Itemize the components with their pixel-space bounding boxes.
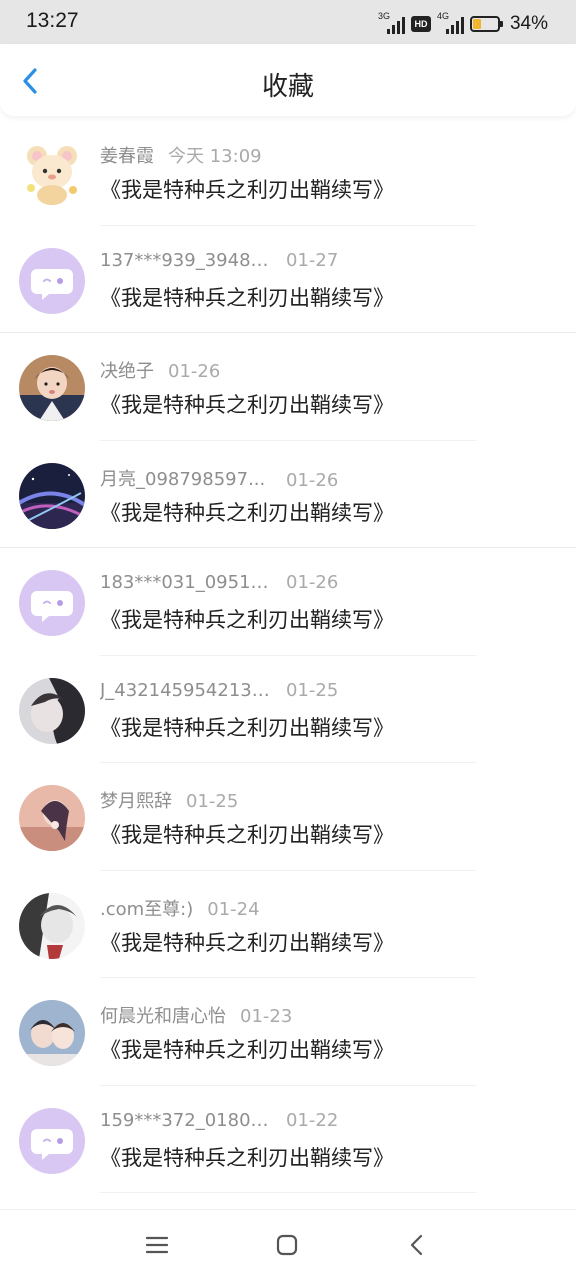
item-content[interactable]: 《我是特种兵之利刃出鞘续写》 <box>100 927 394 957</box>
author-name[interactable]: 何晨光和唐心怡 <box>100 1006 226 1027</box>
photo-avatar[interactable] <box>19 677 85 744</box>
item-meta: 姜春霞 今天 13:09 <box>100 142 262 168</box>
status-icons: 3G HD 4G 34% <box>378 11 548 36</box>
item-content[interactable]: 《我是特种兵之利刃出鞘续写》 <box>100 282 394 312</box>
home-button[interactable] <box>272 1230 302 1260</box>
item-time: 01-26 <box>168 361 221 382</box>
battery-icon <box>469 16 503 32</box>
item-meta: 何晨光和唐心怡 01-23 <box>100 1002 292 1028</box>
item-content[interactable]: 《我是特种兵之利刃出鞘续写》 <box>100 819 394 849</box>
list-item[interactable]: 137***939_39484... 01-27 《我是特种兵之利刃出鞘续写》 <box>0 226 576 333</box>
divider <box>100 1192 476 1193</box>
default-chat-avatar[interactable] <box>19 247 85 314</box>
list-item[interactable]: 月亮_098798597... 01-26 《我是特种兵之利刃出鞘续写》 <box>0 441 576 548</box>
system-nav-bar <box>0 1209 576 1280</box>
author-name[interactable]: 姜春霞 <box>100 146 154 167</box>
item-content[interactable]: 《我是特种兵之利刃出鞘续写》 <box>100 497 394 527</box>
list-item[interactable]: 决绝子 01-26 《我是特种兵之利刃出鞘续写》 <box>0 333 576 441</box>
item-time: 01-26 <box>286 469 339 491</box>
author-name[interactable]: 137***939_39484... <box>100 250 272 271</box>
item-meta: 决绝子 01-26 <box>100 357 220 383</box>
item-meta: 137***939_39484... 01-27 <box>100 250 338 271</box>
item-time: 01-25 <box>286 679 339 701</box>
header: 收藏 <box>0 44 576 116</box>
item-content[interactable]: 《我是特种兵之利刃出鞘续写》 <box>100 604 394 634</box>
status-time: 13:27 <box>26 9 79 32</box>
photo-avatar[interactable] <box>19 892 85 959</box>
menu-icon <box>145 1236 169 1254</box>
author-name[interactable]: 159***372_01801... <box>100 1110 272 1131</box>
list-item[interactable]: 姜春霞 今天 13:09 《我是特种兵之利刃出鞘续写》 <box>0 118 576 226</box>
author-name[interactable]: 183***031_09512... <box>100 572 272 593</box>
item-time: 01-24 <box>207 898 260 920</box>
battery-percent: 34% <box>509 13 548 34</box>
page-title: 收藏 <box>261 72 314 102</box>
list-item[interactable]: 159***372_01801... 01-22 《我是特种兵之利刃出鞘续写》 <box>0 1086 576 1193</box>
item-content[interactable]: 《我是特种兵之利刃出鞘续写》 <box>100 712 394 742</box>
item-meta: 159***372_01801... 01-22 <box>100 1110 338 1131</box>
item-time: 01-25 <box>186 791 239 812</box>
item-time: 01-26 <box>286 572 339 593</box>
signal-4g-icon: 4G <box>437 11 464 34</box>
favorites-list: 姜春霞 今天 13:09 《我是特种兵之利刃出鞘续写》 137***939_39484… <box>0 118 576 1193</box>
item-time: 01-22 <box>286 1109 339 1131</box>
nav-back-button[interactable] <box>402 1230 432 1260</box>
default-chat-avatar[interactable] <box>19 1107 85 1174</box>
item-meta: .com至尊:) 01-24 <box>100 895 260 921</box>
item-time: 01-23 <box>240 1006 293 1027</box>
list-item[interactable]: .com至尊:) 01-24 《我是特种兵之利刃出鞘续写》 <box>0 871 576 978</box>
item-time: 今天 13:09 <box>168 146 262 167</box>
photo-avatar[interactable] <box>19 785 85 851</box>
author-name[interactable]: 月亮_098798597... <box>100 465 272 491</box>
hd-icon: HD <box>410 16 431 32</box>
item-meta: 183***031_09512... 01-26 <box>100 572 338 593</box>
author-name[interactable]: 决绝子 <box>100 361 154 382</box>
signal-3g-icon: 3G <box>378 11 405 34</box>
author-name[interactable]: 梦月熙辞 <box>100 791 172 812</box>
home-icon <box>276 1234 298 1256</box>
item-time: 01-27 <box>286 249 339 271</box>
cartoon-bear-avatar[interactable] <box>19 140 85 206</box>
item-meta: J_4321459542131... 01-25 <box>100 680 338 701</box>
author-name[interactable]: J_4321459542131... <box>100 680 272 701</box>
list-item[interactable]: 梦月熙辞 01-25 《我是特种兵之利刃出鞘续写》 <box>0 763 576 871</box>
item-content[interactable]: 《我是特种兵之利刃出鞘续写》 <box>100 1034 394 1064</box>
item-meta: 梦月熙辞 01-25 <box>100 787 238 813</box>
photo-avatar[interactable] <box>19 1000 85 1066</box>
item-content[interactable]: 《我是特种兵之利刃出鞘续写》 <box>100 389 394 419</box>
item-content[interactable]: 《我是特种兵之利刃出鞘续写》 <box>100 174 394 204</box>
status-bar: 13:27 3G HD 4G 34% <box>0 0 576 44</box>
item-meta: 月亮_098798597... 01-26 <box>100 465 338 491</box>
list-item[interactable]: 183***031_09512... 01-26 《我是特种兵之利刃出鞘续写》 <box>0 548 576 656</box>
list-item[interactable]: 何晨光和唐心怡 01-23 《我是特种兵之利刃出鞘续写》 <box>0 978 576 1086</box>
author-name[interactable]: .com至尊:) <box>100 899 193 920</box>
photo-avatar[interactable] <box>19 462 85 529</box>
default-chat-avatar[interactable] <box>19 570 85 636</box>
list-item[interactable]: J_4321459542131... 01-25 《我是特种兵之利刃出鞘续写》 <box>0 656 576 763</box>
item-content[interactable]: 《我是特种兵之利刃出鞘续写》 <box>100 1142 394 1172</box>
menu-button[interactable] <box>142 1230 172 1260</box>
screen: 13:27 3G HD 4G 34% 收藏 姜春霞 今天 13:09 《我是特种… <box>0 0 576 1280</box>
photo-avatar[interactable] <box>19 355 85 421</box>
back-icon <box>410 1234 423 1256</box>
